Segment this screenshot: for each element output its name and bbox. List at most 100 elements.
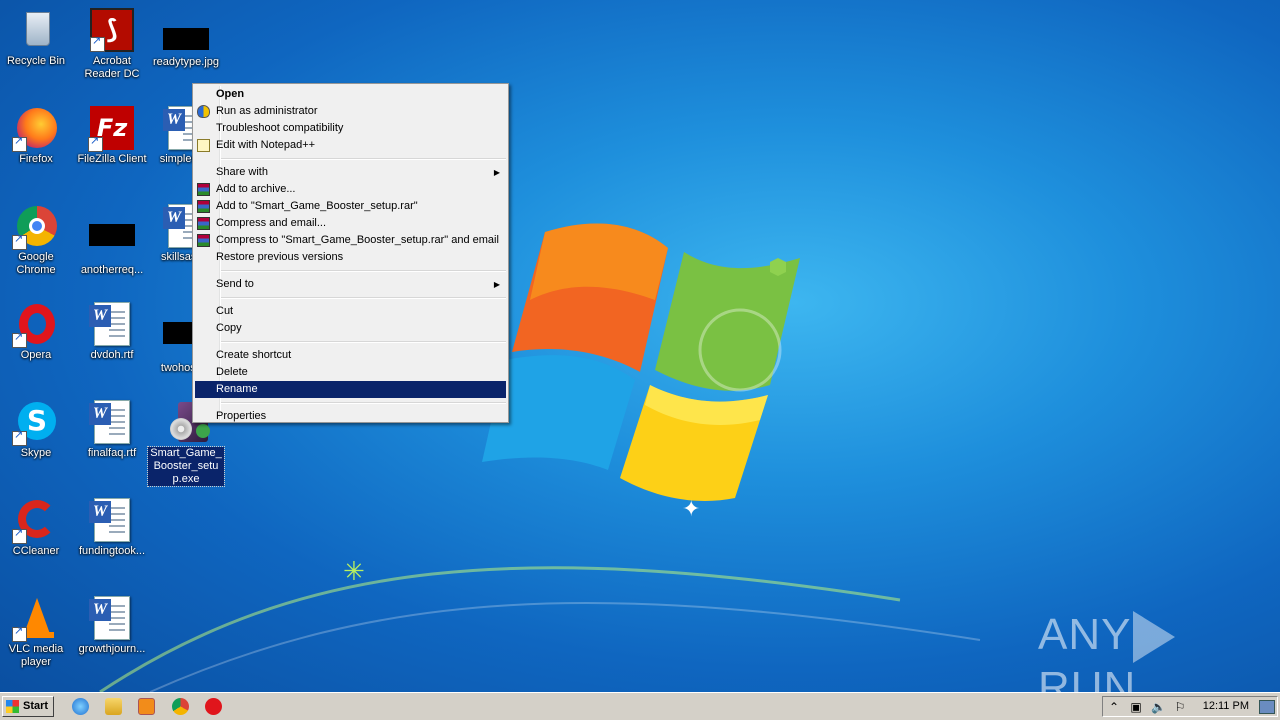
desktop-icon-fundingtook[interactable]: W fundingtook... <box>74 498 150 558</box>
menu-separator <box>221 402 506 404</box>
desktop-icon-google-chrome[interactable]: Google Chrome <box>0 204 74 277</box>
submenu-arrow-icon: ▶ <box>493 168 500 177</box>
internet-explorer-icon[interactable] <box>72 698 89 715</box>
desktop-icon-skype[interactable]: S Skype <box>0 400 74 460</box>
menu-item-send-to[interactable]: Send to ▶ <box>195 276 506 293</box>
acrobat-reader-icon: ⟆ <box>90 8 134 52</box>
media-player-icon[interactable] <box>138 698 155 715</box>
menu-item-edit-with-notepadpp[interactable]: Edit with Notepad++ <box>195 137 506 154</box>
chrome-icon <box>12 204 58 250</box>
submenu-arrow-icon: ▶ <box>493 280 500 289</box>
menu-item-label: Delete <box>216 366 248 378</box>
windows-logo-icon <box>6 700 19 713</box>
menu-separator <box>221 297 506 299</box>
desktop-icon-growthjourn[interactable]: W growthjourn... <box>74 596 150 656</box>
menu-item-compress-to-rar-and-email[interactable]: Compress to "Smart_Game_Booster_setup.ra… <box>195 232 506 249</box>
menu-item-label: Add to "Smart_Game_Booster_setup.rar" <box>216 200 418 212</box>
winrar-icon <box>197 200 210 213</box>
desktop-icon-label: finalfaq.rtf <box>87 447 137 459</box>
svg-text:✳: ✳ <box>343 557 365 587</box>
word-document-icon: W <box>89 498 134 542</box>
desktop-icon-label: anotherreq... <box>80 264 144 276</box>
desktop-icon-label: Opera <box>20 349 52 361</box>
play-icon <box>1133 611 1176 664</box>
desktop-icon-recycle-bin[interactable]: Recycle Bin <box>0 8 74 68</box>
desktop-icon-dvdoh-rtf[interactable]: W dvdoh.rtf <box>74 302 150 362</box>
word-document-icon: W <box>89 302 134 346</box>
menu-separator <box>221 270 506 272</box>
image-thumbnail-icon <box>163 28 209 50</box>
menu-item-label: Cut <box>216 305 234 317</box>
desktop-icon-acrobat-reader[interactable]: ⟆ Acrobat Reader DC <box>74 8 150 81</box>
menu-item-label: Rename <box>216 383 258 395</box>
menu-item-add-to-archive[interactable]: Add to archive... <box>195 181 506 198</box>
menu-item-label: Troubleshoot compatibility <box>216 122 344 134</box>
show-hidden-icons-icon[interactable]: ⌃ <box>1107 700 1121 714</box>
menu-item-compress-and-email[interactable]: Compress and email... <box>195 215 506 232</box>
desktop-icon-label: Skype <box>20 447 52 459</box>
menu-item-label: Run as administrator <box>216 105 318 117</box>
vlc-icon <box>12 596 58 642</box>
menu-item-create-shortcut[interactable]: Create shortcut <box>195 347 506 364</box>
volume-icon[interactable]: 🔈 <box>1151 700 1166 714</box>
context-menu: Open Run as administrator Troubleshoot c… <box>192 83 509 423</box>
action-center-flag-icon[interactable]: ⚐ <box>1173 700 1187 714</box>
desktop-icon-label: Acrobat Reader DC <box>84 55 140 80</box>
desktop-icon-label: dvdoh.rtf <box>90 349 134 361</box>
menu-item-delete[interactable]: Delete <box>195 364 506 381</box>
system-tray: ⌃ ▣ 🔈 ⚐ 12:11 PM <box>1102 696 1278 717</box>
opera-icon <box>12 302 58 348</box>
anyrun-watermark: ANYRUN <box>1038 610 1238 712</box>
menu-item-label: Add to archive... <box>216 183 296 195</box>
notepadpp-icon <box>197 139 210 152</box>
desktop-icon-label: Firefox <box>19 153 53 165</box>
desktop-icon-finalfaq-rtf[interactable]: W finalfaq.rtf <box>74 400 150 460</box>
desktop-icon-vlc[interactable]: VLC media player <box>0 596 74 669</box>
menu-item-label: Open <box>216 88 245 100</box>
menu-item-label: Create shortcut <box>216 349 292 361</box>
menu-item-troubleshoot-compatibility[interactable]: Troubleshoot compatibility <box>195 120 506 137</box>
menu-item-label: Edit with Notepad++ <box>216 139 316 151</box>
clock[interactable]: 12:11 PM <box>1203 697 1249 716</box>
menu-item-label: Restore previous versions <box>216 251 344 263</box>
menu-item-label: Properties <box>216 410 267 422</box>
file-explorer-icon[interactable] <box>105 698 122 715</box>
network-icon[interactable]: ▣ <box>1129 700 1143 714</box>
recycle-bin-icon <box>14 8 58 52</box>
watermark-left-text: ANY <box>1038 610 1132 659</box>
firefox-icon <box>12 106 58 152</box>
desktop-icon-opera[interactable]: Opera <box>0 302 74 362</box>
desktop-icon-anotherreq[interactable]: anotherreq... <box>74 204 150 277</box>
desktop-icon-label: Google Chrome <box>16 251 56 276</box>
menu-item-share-with[interactable]: Share with ▶ <box>195 164 506 181</box>
menu-separator <box>221 341 506 343</box>
desktop-icon-label: fundingtook... <box>78 545 146 557</box>
word-document-icon: W <box>89 596 134 640</box>
menu-item-run-as-administrator[interactable]: Run as administrator <box>195 103 506 120</box>
file-thumbnail-icon <box>89 224 135 246</box>
filezilla-icon: Fz <box>88 106 134 152</box>
menu-item-properties[interactable]: Properties <box>195 408 506 425</box>
word-document-icon: W <box>89 400 134 444</box>
desktop-icon-filezilla[interactable]: Fz FileZilla Client <box>74 106 150 166</box>
desktop-icon-ccleaner[interactable]: CCleaner <box>0 498 74 558</box>
shield-icon <box>197 105 210 118</box>
menu-item-open[interactable]: Open <box>195 86 506 103</box>
winrar-icon <box>197 234 210 247</box>
menu-item-cut[interactable]: Cut <box>195 303 506 320</box>
menu-item-rename[interactable]: Rename <box>195 381 506 398</box>
start-button[interactable]: Start <box>2 696 54 717</box>
desktop-icon-label: FileZilla Client <box>77 153 147 165</box>
winrar-icon <box>197 217 210 230</box>
chrome-taskbar-icon[interactable] <box>172 698 189 715</box>
menu-item-restore-previous-versions[interactable]: Restore previous versions <box>195 249 506 266</box>
desktop-icon-firefox[interactable]: Firefox <box>0 106 74 166</box>
menu-item-copy[interactable]: Copy <box>195 320 506 337</box>
menu-item-add-to-rar[interactable]: Add to "Smart_Game_Booster_setup.rar" <box>195 198 506 215</box>
menu-separator <box>221 158 506 160</box>
desktop-icon-readytype-jpg[interactable]: readytype.jpg <box>148 8 224 69</box>
desktop-icon-label: CCleaner <box>12 545 60 557</box>
desktop-icon-label: VLC media player <box>8 643 64 668</box>
show-desktop-icon[interactable] <box>1259 700 1275 714</box>
opera-taskbar-icon[interactable] <box>205 698 222 715</box>
